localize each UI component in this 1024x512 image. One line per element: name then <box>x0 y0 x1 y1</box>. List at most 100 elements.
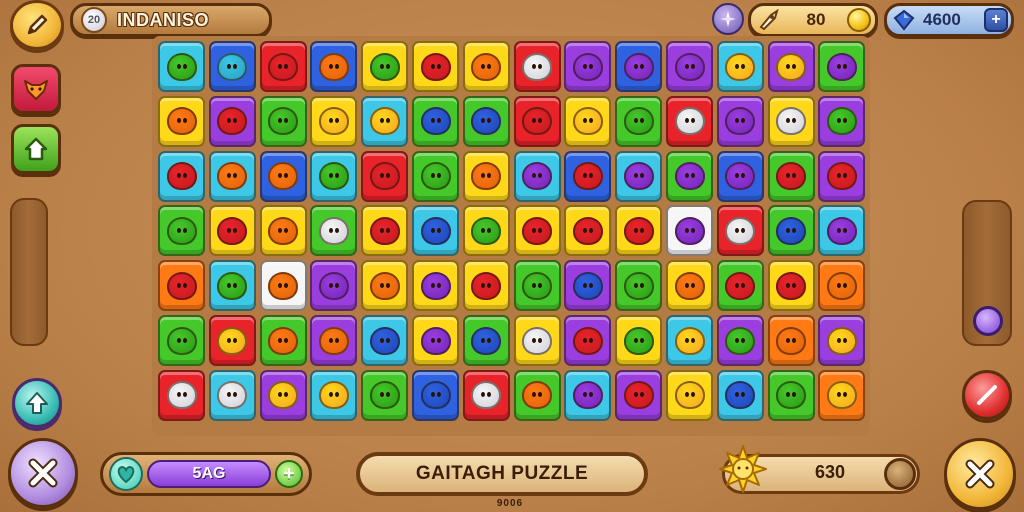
board-tile[interactable] <box>818 260 866 312</box>
board-tile[interactable] <box>259 260 307 312</box>
board-tile[interactable] <box>412 369 459 421</box>
board-tile[interactable] <box>818 150 866 202</box>
board-tile[interactable] <box>513 150 561 202</box>
board-tile[interactable] <box>716 205 764 257</box>
board-tile[interactable] <box>462 315 510 366</box>
board-tile[interactable] <box>462 95 510 147</box>
board-tile[interactable] <box>615 260 663 312</box>
board-tile[interactable] <box>615 205 663 257</box>
board-tile[interactable] <box>361 369 409 421</box>
board-tile[interactable] <box>412 95 459 147</box>
board-tile[interactable] <box>818 205 866 257</box>
board-tile[interactable] <box>158 315 205 366</box>
board-tile[interactable] <box>767 41 815 92</box>
board-tile[interactable] <box>818 95 866 147</box>
board-tile[interactable] <box>666 315 713 366</box>
compass-button[interactable] <box>712 3 744 35</box>
close-button-left[interactable] <box>8 438 78 508</box>
board-tile[interactable] <box>259 369 307 421</box>
board-tile[interactable] <box>462 260 510 312</box>
board-tile[interactable] <box>462 150 510 202</box>
board-tile[interactable] <box>208 315 256 366</box>
fox-booster-button[interactable] <box>11 64 61 114</box>
board-tile[interactable] <box>615 95 663 147</box>
score-button[interactable] <box>884 458 916 490</box>
board-tile[interactable] <box>208 150 256 202</box>
board-tile[interactable] <box>564 95 612 147</box>
board-tile[interactable] <box>462 41 510 92</box>
board-tile[interactable] <box>716 41 764 92</box>
board-tile[interactable] <box>158 205 205 257</box>
board-tile[interactable] <box>259 150 307 202</box>
board-tile[interactable] <box>564 205 612 257</box>
board-tile[interactable] <box>513 95 561 147</box>
board-tile[interactable] <box>716 315 764 366</box>
board-tile[interactable] <box>208 41 256 92</box>
board-tile[interactable] <box>666 369 713 421</box>
add-lives-button[interactable]: + <box>275 460 303 488</box>
board-tile[interactable] <box>361 205 409 257</box>
board-tile[interactable] <box>513 260 561 312</box>
board-tile[interactable] <box>310 205 358 257</box>
board-tile[interactable] <box>310 95 358 147</box>
board-tile[interactable] <box>615 315 663 366</box>
board-tile[interactable] <box>716 95 764 147</box>
edit-button[interactable] <box>10 0 64 50</box>
board-tile[interactable] <box>513 41 561 92</box>
board-tile[interactable] <box>310 315 358 366</box>
board-tile[interactable] <box>818 315 866 366</box>
board-tile[interactable] <box>310 260 358 312</box>
board-tile[interactable] <box>513 205 561 257</box>
board-tile[interactable] <box>412 205 459 257</box>
board-tile[interactable] <box>564 150 612 202</box>
board-tile[interactable] <box>158 150 205 202</box>
board-tile[interactable] <box>666 41 713 92</box>
board-tile[interactable] <box>259 41 307 92</box>
board-tile[interactable] <box>361 41 409 92</box>
board-tile[interactable] <box>666 260 713 312</box>
board-tile[interactable] <box>767 369 815 421</box>
board-tile[interactable] <box>564 315 612 366</box>
board-tile[interactable] <box>158 41 205 92</box>
board-tile[interactable] <box>716 260 764 312</box>
board-tile[interactable] <box>615 150 663 202</box>
player-name-plate[interactable]: 20 INDANISO <box>70 3 272 37</box>
board-tile[interactable] <box>564 41 612 92</box>
board-tile[interactable] <box>767 150 815 202</box>
board-tile[interactable] <box>158 369 205 421</box>
board-tile[interactable] <box>361 315 409 366</box>
board-tile[interactable] <box>208 260 256 312</box>
board-tile[interactable] <box>412 260 459 312</box>
hint-button[interactable] <box>962 370 1012 420</box>
board-tile[interactable] <box>818 369 866 421</box>
board-tile[interactable] <box>310 41 358 92</box>
board-tile[interactable] <box>412 150 459 202</box>
board-tile[interactable] <box>412 315 459 366</box>
board-tile[interactable] <box>666 205 713 257</box>
board-tile[interactable] <box>767 95 815 147</box>
board-tile[interactable] <box>158 95 205 147</box>
board-tile[interactable] <box>615 369 663 421</box>
board-tile[interactable] <box>716 150 764 202</box>
board-tile[interactable] <box>259 205 307 257</box>
board-tile[interactable] <box>666 150 713 202</box>
board-tile[interactable] <box>666 95 713 147</box>
board-tile[interactable] <box>361 150 409 202</box>
up-arrow-button[interactable] <box>12 378 62 428</box>
board-tile[interactable] <box>513 315 561 366</box>
board-tile[interactable] <box>412 41 459 92</box>
board-tile[interactable] <box>767 205 815 257</box>
board-tile[interactable] <box>462 369 510 421</box>
board-tile[interactable] <box>513 369 561 421</box>
board-tile[interactable] <box>361 260 409 312</box>
board-tile[interactable] <box>208 95 256 147</box>
board-tile[interactable] <box>767 315 815 366</box>
board-tile[interactable] <box>259 95 307 147</box>
board-tile[interactable] <box>259 315 307 366</box>
board-tile[interactable] <box>158 260 205 312</box>
board-tile[interactable] <box>208 205 256 257</box>
board-tile[interactable] <box>818 41 866 92</box>
board-tile[interactable] <box>564 369 612 421</box>
board-tile[interactable] <box>615 41 663 92</box>
board-tile[interactable] <box>767 260 815 312</box>
